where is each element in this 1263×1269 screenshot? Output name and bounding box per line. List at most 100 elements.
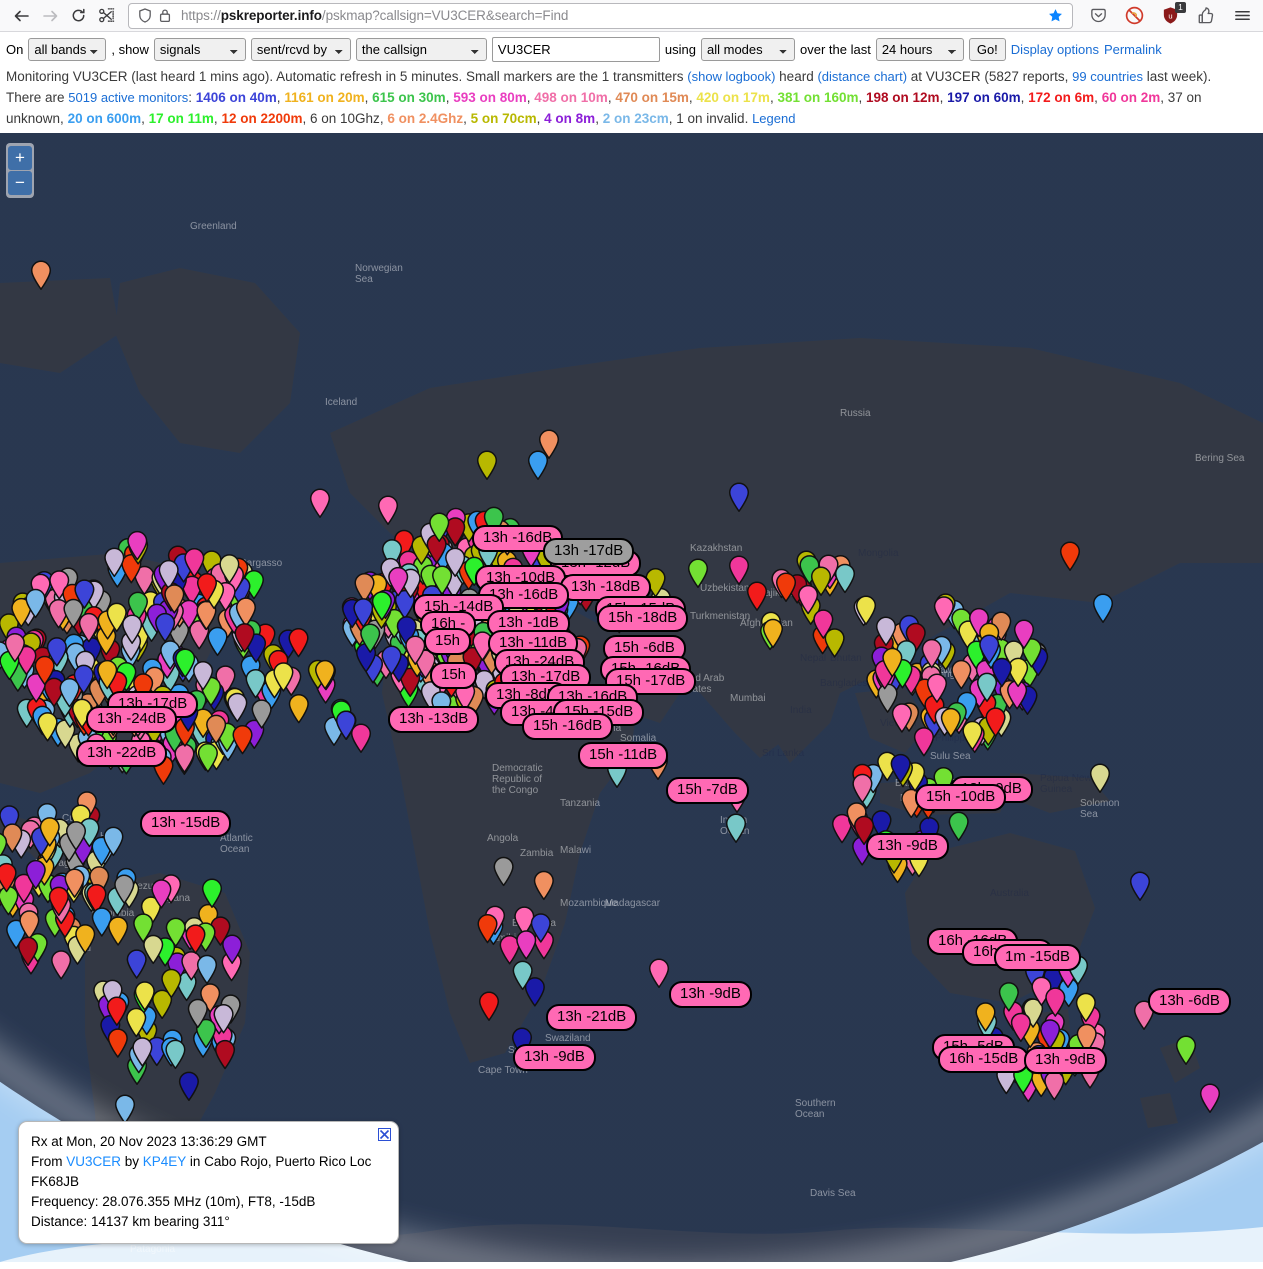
map-marker-pin[interactable] [221, 934, 247, 969]
map-marker-pin[interactable] [381, 645, 406, 679]
map-marker-pin[interactable] [492, 856, 517, 890]
zoom-out-button[interactable]: − [8, 171, 32, 195]
map-marker-pin[interactable] [387, 566, 409, 597]
reload-icon[interactable] [64, 2, 92, 30]
map-marker-pin[interactable] [25, 588, 47, 618]
map-marker-pin[interactable] [875, 616, 897, 646]
map-marker-pin[interactable] [1013, 619, 1035, 649]
map-marker-pin[interactable] [201, 878, 223, 908]
map-marker-pin[interactable] [1199, 1083, 1221, 1113]
map-marker-pin[interactable] [106, 602, 127, 633]
map-marker-pin[interactable] [165, 1039, 186, 1070]
signal-report-callout[interactable]: 13h -9dB [669, 981, 752, 1008]
map-marker-pin[interactable] [219, 554, 244, 588]
map-marker-pin[interactable] [377, 495, 399, 525]
tracking-protection-shield-icon[interactable] [135, 6, 155, 26]
map-marker-pin[interactable] [1129, 871, 1151, 901]
map-marker-pin[interactable] [273, 662, 298, 696]
pskreporter-map[interactable]: Greenland Iceland Norwegian Sea Russia Mongo… [0, 133, 1263, 1262]
map-marker-pin[interactable] [428, 512, 451, 544]
padlock-icon[interactable] [155, 6, 175, 26]
map-marker-pin[interactable] [444, 547, 465, 577]
container-tabs-icon[interactable] [1193, 3, 1219, 29]
map-marker-pin[interactable] [114, 1094, 136, 1124]
map-marker-pin[interactable] [174, 648, 200, 683]
map-marker-pin[interactable] [132, 913, 156, 945]
pocket-icon[interactable] [1085, 3, 1111, 29]
hamburger-menu-icon[interactable] [1229, 3, 1255, 29]
map-marker-pin[interactable] [234, 623, 255, 654]
map-marker-pin[interactable] [985, 707, 1008, 738]
map-marker-pin[interactable] [515, 929, 537, 960]
signal-report-callout[interactable]: 13h -9dB [513, 1044, 596, 1071]
map-marker-pin[interactable] [231, 724, 253, 754]
noscript-icon[interactable] [1121, 3, 1147, 29]
show-logbook-link[interactable]: (show logbook) [687, 69, 775, 84]
signal-report-callout[interactable]: 13h -17dB [543, 538, 635, 565]
map-marker-pin[interactable] [725, 813, 747, 843]
map-marker-pin[interactable] [103, 826, 124, 856]
map-marker-pin[interactable] [813, 609, 834, 640]
signal-report-callout[interactable]: 16h -15dB [938, 1046, 1030, 1073]
map-marker-pin[interactable] [476, 914, 498, 944]
signal-report-callout[interactable]: 13h -24dB [86, 706, 178, 733]
popup-rx-callsign-link[interactable]: KP4EY [143, 1154, 186, 1169]
map-marker-pin[interactable] [775, 572, 797, 602]
map-marker-pin[interactable] [251, 699, 272, 729]
map-marker-pin[interactable] [113, 874, 136, 906]
map-marker-pin[interactable] [687, 558, 709, 588]
map-marker-pin[interactable] [961, 720, 983, 751]
map-marker-pin[interactable] [96, 659, 118, 690]
map-marker-pin[interactable] [187, 998, 209, 1028]
close-popup-icon[interactable] [378, 1128, 391, 1141]
signal-report-callout[interactable]: 13h -13dB [388, 706, 480, 733]
map-marker-pin[interactable] [974, 1001, 997, 1032]
map-marker-pin[interactable] [648, 958, 670, 988]
map-marker-pin[interactable] [106, 1028, 130, 1061]
map-marker-pin[interactable] [1089, 763, 1111, 793]
screenshot-scissors-icon[interactable] [92, 2, 120, 30]
map-marker-pin[interactable] [160, 968, 183, 1000]
map-marker-pin[interactable] [17, 936, 39, 967]
map-marker-pin[interactable] [4, 633, 26, 663]
popup-tx-callsign-link[interactable]: VU3CER [66, 1154, 121, 1169]
map-marker-pin[interactable] [1092, 593, 1114, 623]
map-marker-pin[interactable] [165, 917, 186, 948]
map-marker-pin[interactable] [131, 1036, 153, 1067]
map-marker-pin[interactable] [104, 547, 127, 579]
display-options-link[interactable]: Display options [1011, 42, 1099, 57]
map-marker-pin[interactable] [24, 859, 46, 890]
map-marker-pin[interactable] [1175, 1035, 1197, 1065]
url-bar[interactable]: https://pskreporter.info/pskmap?callsign… [128, 2, 1073, 29]
map-marker-pin[interactable] [890, 754, 915, 788]
map-marker-pin[interactable] [58, 678, 80, 708]
map-marker-pin[interactable] [197, 743, 218, 773]
map-marker-pin[interactable] [150, 878, 175, 912]
map-marker-pin[interactable] [213, 1004, 234, 1034]
target-select[interactable]: the callsign [355, 38, 487, 61]
map-marker-pin[interactable] [314, 660, 338, 693]
signal-report-callout[interactable]: 15h [430, 662, 478, 689]
zoom-in-button[interactable]: + [8, 146, 32, 170]
map-marker-pin[interactable] [288, 694, 310, 725]
signal-report-callout[interactable]: 13h -21dB [546, 1004, 638, 1031]
signal-report-callout[interactable]: 15h -18dB [597, 605, 689, 632]
signal-report-callout[interactable]: 1m -15dB [994, 944, 1082, 971]
forward-arrow-icon[interactable] [36, 2, 64, 30]
map-marker-pin[interactable] [163, 584, 185, 614]
map-marker-pin[interactable] [533, 870, 559, 906]
map-marker-pin[interactable] [134, 980, 158, 1013]
permalink-link[interactable]: Permalink [1104, 42, 1162, 57]
map-marker-pin[interactable] [39, 817, 64, 850]
signal-report-callout[interactable]: 13h -15dB [140, 810, 232, 837]
map-marker-pin[interactable] [1075, 992, 1101, 1028]
signal-report-callout[interactable]: 15h -7dB [666, 777, 749, 804]
map-marker-pin[interactable] [834, 563, 858, 596]
map-marker-pin[interactable] [64, 868, 87, 899]
map-marker-pin[interactable] [1059, 541, 1081, 571]
map-marker-pin[interactable] [855, 595, 877, 625]
band-select[interactable]: all bands [28, 38, 107, 61]
callsign-input[interactable] [491, 37, 660, 62]
map-marker-pin[interactable] [350, 723, 372, 753]
map-marker-pin[interactable] [359, 623, 383, 655]
